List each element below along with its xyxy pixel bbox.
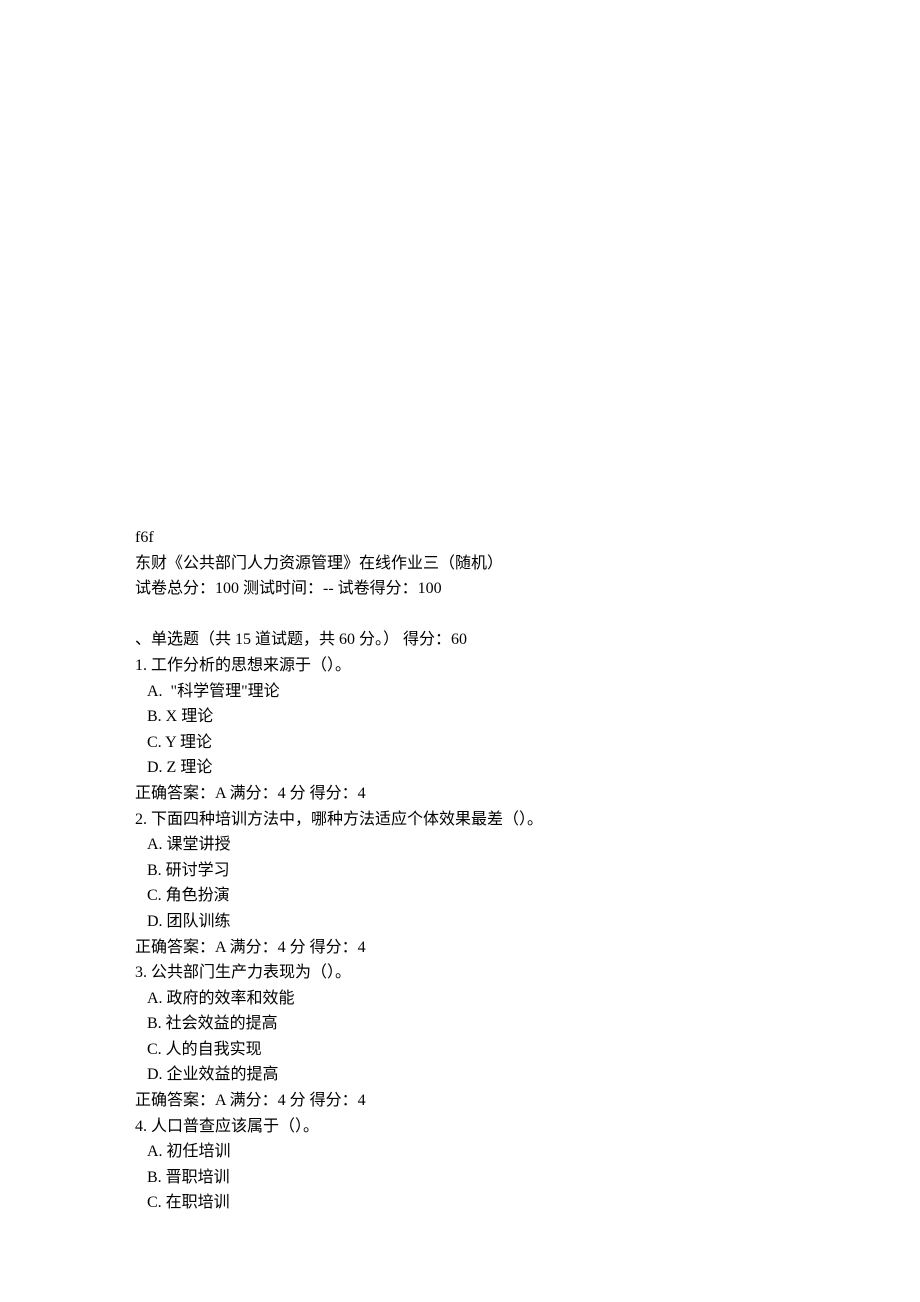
document-page: f6f 东财《公共部门人力资源管理》在线作业三（随机） 试卷总分：100 测试时… — [0, 0, 920, 1216]
question-option: C. Y 理论 — [135, 730, 785, 756]
question-option: B. 研讨学习 — [135, 858, 785, 884]
question-block: 4. 人口普查应该属于（）。 A. 初任培训 B. 晋职培训 C. 在职培训 — [135, 1114, 785, 1216]
question-stem: 4. 人口普查应该属于（）。 — [135, 1114, 785, 1140]
question-block: 1. 工作分析的思想来源于（）。 A. "科学管理"理论 B. X 理论 C. … — [135, 653, 785, 807]
section-title: 、单选题（共 15 道试题，共 60 分。） 得分：60 — [135, 627, 785, 653]
question-option: C. 角色扮演 — [135, 883, 785, 909]
document-title: 东财《公共部门人力资源管理》在线作业三（随机） — [135, 551, 785, 577]
question-option: A. 政府的效率和效能 — [135, 986, 785, 1012]
question-option: D. 团队训练 — [135, 909, 785, 935]
header-code: f6f — [135, 525, 785, 551]
question-stem: 3. 公共部门生产力表现为（）。 — [135, 960, 785, 986]
question-option: A. 课堂讲授 — [135, 832, 785, 858]
question-block: 3. 公共部门生产力表现为（）。 A. 政府的效率和效能 B. 社会效益的提高 … — [135, 960, 785, 1114]
question-stem: 2. 下面四种培训方法中，哪种方法适应个体效果最差（）。 — [135, 807, 785, 833]
question-option: C. 在职培训 — [135, 1190, 785, 1216]
question-answer: 正确答案：A 满分：4 分 得分：4 — [135, 935, 785, 961]
question-option: C. 人的自我实现 — [135, 1037, 785, 1063]
question-option: B. X 理论 — [135, 704, 785, 730]
question-option: B. 社会效益的提高 — [135, 1011, 785, 1037]
question-answer: 正确答案：A 满分：4 分 得分：4 — [135, 781, 785, 807]
question-option: A. 初任培训 — [135, 1139, 785, 1165]
question-option: B. 晋职培训 — [135, 1165, 785, 1191]
exam-meta: 试卷总分：100 测试时间：-- 试卷得分：100 — [135, 576, 785, 602]
blank-line — [135, 602, 785, 628]
question-option: A. "科学管理"理论 — [135, 679, 785, 705]
question-option: D. Z 理论 — [135, 755, 785, 781]
question-stem: 1. 工作分析的思想来源于（）。 — [135, 653, 785, 679]
question-option: D. 企业效益的提高 — [135, 1062, 785, 1088]
question-block: 2. 下面四种培训方法中，哪种方法适应个体效果最差（）。 A. 课堂讲授 B. … — [135, 807, 785, 961]
question-answer: 正确答案：A 满分：4 分 得分：4 — [135, 1088, 785, 1114]
